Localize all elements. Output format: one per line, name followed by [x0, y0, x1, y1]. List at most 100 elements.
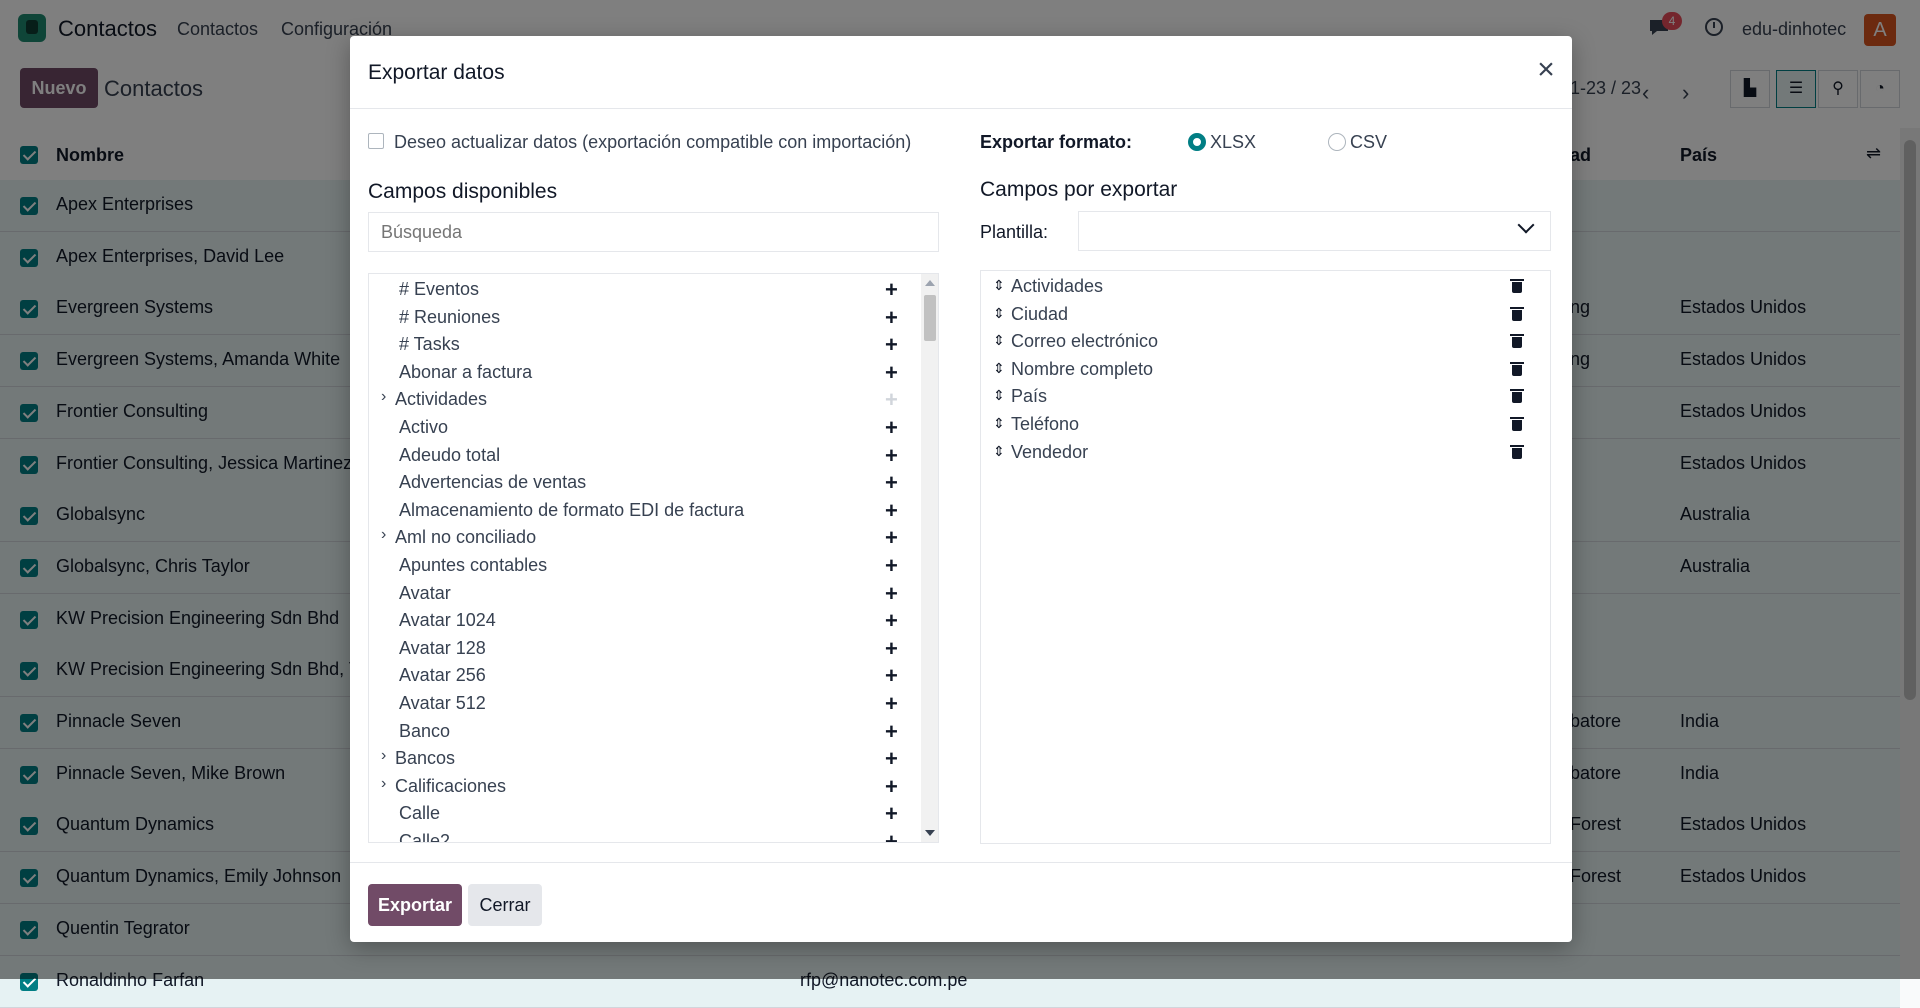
trash-icon[interactable]: [1510, 444, 1524, 459]
export-field-item[interactable]: ⇕ Nombre completo: [981, 356, 1550, 383]
close-button[interactable]: Cerrar: [468, 884, 542, 926]
format-label: Exportar formato:: [980, 132, 1133, 152]
field-item[interactable]: Apuntes contables +: [369, 552, 917, 579]
drag-handle-icon[interactable]: ⇕: [993, 387, 1005, 404]
field-item[interactable]: Calle +: [369, 800, 917, 827]
field-item[interactable]: Adeudo total +: [369, 442, 917, 469]
field-label: Calle: [399, 803, 441, 824]
field-label: Abonar a factura: [399, 361, 533, 382]
add-field-icon[interactable]: +: [885, 472, 898, 494]
export-field-item[interactable]: ⇕ País: [981, 383, 1550, 410]
add-field-icon[interactable]: +: [885, 417, 898, 439]
field-label: Avatar 256: [399, 665, 486, 686]
field-label: Avatar 128: [399, 637, 486, 658]
field-item[interactable]: › Actividades +: [369, 386, 917, 413]
compat-checkbox[interactable]: [368, 133, 384, 149]
field-item[interactable]: # Eventos +: [369, 276, 917, 303]
drag-handle-icon[interactable]: ⇕: [993, 277, 1005, 294]
xlsx-radio[interactable]: [1188, 133, 1206, 151]
field-label: Calle2: [399, 831, 451, 843]
scroll-up-icon[interactable]: [925, 280, 935, 286]
field-item[interactable]: Almacenamiento de formato EDI de factura…: [369, 497, 917, 524]
chevron-right-icon[interactable]: ›: [381, 388, 386, 406]
field-label: Aml no conciliado: [395, 527, 537, 548]
header-divider: [350, 108, 1572, 109]
csv-label[interactable]: CSV: [1350, 132, 1387, 153]
available-fields-heading: Campos disponibles: [368, 180, 558, 203]
fields-scrollbar-thumb[interactable]: [924, 295, 936, 341]
field-label: # Reuniones: [399, 306, 501, 327]
xlsx-label[interactable]: XLSX: [1210, 132, 1256, 153]
compat-label[interactable]: Deseo actualizar datos (exportación comp…: [394, 132, 911, 153]
field-item[interactable]: Advertencias de ventas +: [369, 469, 917, 496]
add-field-icon[interactable]: +: [885, 444, 898, 467]
field-search-input[interactable]: [368, 212, 939, 252]
field-item[interactable]: Avatar 1024 +: [369, 607, 917, 634]
add-field-icon[interactable]: +: [885, 361, 898, 384]
drag-handle-icon[interactable]: ⇕: [993, 360, 1005, 377]
add-field-icon[interactable]: +: [885, 334, 898, 356]
field-label: # Tasks: [399, 334, 460, 355]
field-item[interactable]: › Bancos +: [369, 745, 917, 772]
export-field-item[interactable]: ⇕ Actividades: [981, 273, 1550, 300]
trash-icon[interactable]: [1510, 361, 1524, 376]
field-label: # Eventos: [399, 279, 480, 299]
csv-radio[interactable]: [1328, 133, 1346, 151]
add-field-icon[interactable]: +: [885, 720, 898, 743]
add-field-icon[interactable]: +: [885, 555, 898, 577]
trash-icon[interactable]: [1510, 417, 1524, 431]
field-item[interactable]: # Reuniones +: [369, 304, 917, 331]
field-item[interactable]: Avatar 512 +: [369, 690, 917, 717]
add-field-icon[interactable]: +: [885, 306, 898, 329]
chevron-right-icon[interactable]: ›: [381, 747, 386, 765]
field-item[interactable]: Abonar a factura +: [369, 359, 917, 386]
field-item[interactable]: › Calificaciones +: [369, 773, 917, 800]
trash-icon[interactable]: [1510, 389, 1524, 404]
trash-icon[interactable]: [1510, 334, 1524, 349]
field-item[interactable]: Calle2 +: [369, 828, 917, 843]
export-button[interactable]: Exportar: [368, 884, 462, 926]
drag-handle-icon[interactable]: ⇕: [993, 443, 1005, 460]
trash-icon[interactable]: [1510, 306, 1524, 321]
field-item[interactable]: Avatar +: [369, 580, 917, 607]
fields-scrollbar[interactable]: [921, 274, 938, 842]
drag-handle-icon[interactable]: ⇕: [993, 332, 1005, 349]
add-field-icon[interactable]: +: [885, 499, 898, 522]
export-field-label: Correo electrónico: [1011, 331, 1159, 352]
drag-handle-icon[interactable]: ⇕: [993, 305, 1005, 322]
add-field-icon[interactable]: +: [885, 693, 898, 715]
export-field-item[interactable]: ⇕ Correo electrónico: [981, 328, 1550, 355]
export-field-item[interactable]: ⇕ Ciudad: [981, 301, 1550, 328]
add-field-icon[interactable]: +: [885, 803, 898, 825]
add-field-icon[interactable]: +: [885, 582, 898, 605]
add-field-icon[interactable]: +: [885, 389, 898, 411]
field-item[interactable]: Banco +: [369, 718, 917, 745]
add-field-icon[interactable]: +: [885, 775, 898, 798]
add-field-icon[interactable]: +: [885, 748, 898, 770]
add-field-icon[interactable]: +: [885, 279, 898, 301]
export-field-item[interactable]: ⇕ Teléfono: [981, 411, 1550, 438]
field-label: Bancos: [395, 748, 456, 769]
field-item[interactable]: Avatar 256 +: [369, 662, 917, 689]
export-field-label: Actividades: [1011, 276, 1104, 296]
close-icon[interactable]: ×: [1532, 55, 1560, 85]
chevron-right-icon[interactable]: ›: [381, 775, 386, 793]
drag-handle-icon[interactable]: ⇕: [993, 415, 1005, 432]
field-label: Activo: [399, 417, 449, 437]
field-item[interactable]: # Tasks +: [369, 331, 917, 358]
scroll-down-icon[interactable]: [925, 830, 935, 836]
field-item[interactable]: Avatar 128 +: [369, 635, 917, 662]
add-field-icon[interactable]: +: [885, 610, 898, 632]
field-item[interactable]: › Aml no conciliado +: [369, 524, 917, 551]
add-field-icon[interactable]: +: [885, 665, 898, 687]
template-select[interactable]: [1078, 211, 1551, 251]
trash-icon[interactable]: [1510, 279, 1524, 293]
add-field-icon[interactable]: +: [885, 831, 898, 843]
field-label: Advertencias de ventas: [399, 472, 587, 493]
chevron-right-icon[interactable]: ›: [381, 526, 386, 544]
field-item[interactable]: Activo +: [369, 414, 917, 441]
dialog-title: Exportar datos: [368, 61, 505, 84]
add-field-icon[interactable]: +: [885, 527, 898, 549]
export-field-item[interactable]: ⇕ Vendedor: [981, 439, 1550, 466]
add-field-icon[interactable]: +: [885, 637, 898, 660]
